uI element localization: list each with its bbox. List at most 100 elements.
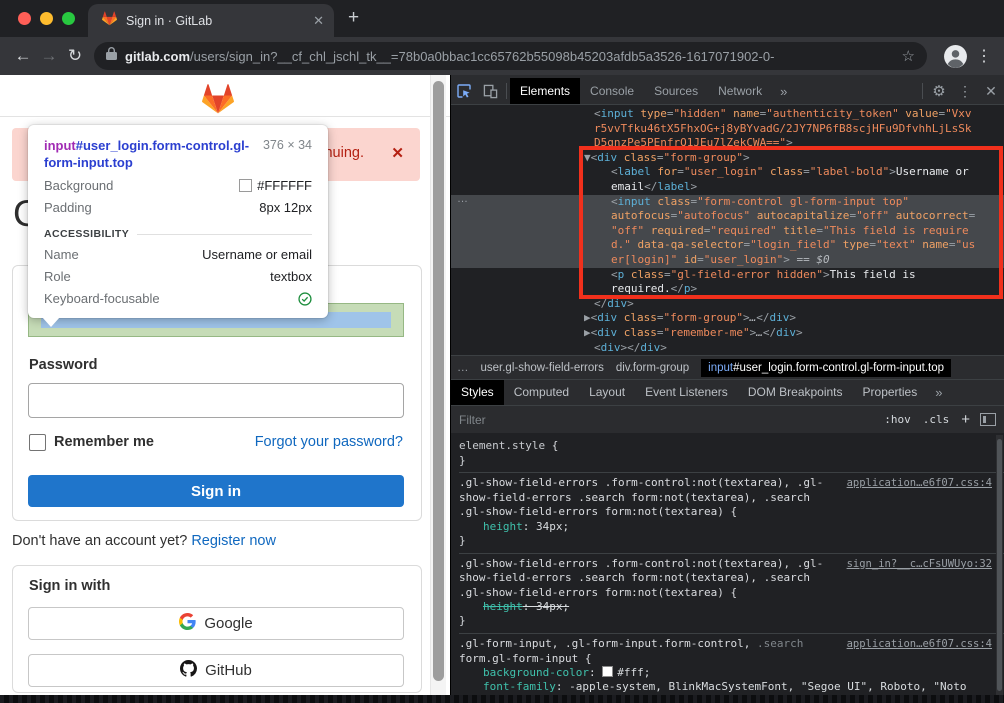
navigation-bar: ← → ↻ gitlab.com/users/sign_in?__cf_chl_… [0, 37, 1004, 75]
color-swatch [239, 179, 252, 192]
tab-network[interactable]: Network [708, 78, 772, 104]
dom-node-line[interactable]: r5vvTfku46tX5FhxOG+j8yBYvadG/2JY7NP6fB8s… [451, 122, 1004, 137]
stylesheet-link[interactable]: application…e6f07.css:4 [847, 477, 992, 489]
breadcrumb-item[interactable]: user.gl-show-field-errors [481, 362, 604, 374]
tab-properties[interactable]: Properties [853, 380, 928, 405]
register-prompt: Don't have an account yet? [12, 533, 191, 549]
dom-node-line[interactable]: D5gnzPe5PEnfrQ1JEu7lZekCWA=="> [451, 136, 1004, 151]
dom-node-line[interactable]: <input type="hidden" name="authenticity_… [451, 107, 1004, 122]
rule-close-brace: } [459, 454, 1004, 469]
profile-avatar[interactable] [943, 44, 968, 69]
filter-input[interactable]: Filter [459, 413, 872, 427]
alert-close-icon[interactable]: ✕ [391, 144, 404, 162]
remember-me-checkbox[interactable] [29, 434, 46, 451]
style-selector[interactable]: .gl-show-field-errors form:not(textarea)… [459, 586, 1004, 601]
reload-icon[interactable]: ↻ [62, 46, 88, 66]
register-link[interactable]: Register now [191, 533, 276, 549]
url-path: /users/sign_in?__cf_chl_jschl_tk__=78b0a… [190, 49, 774, 64]
tab-close-icon[interactable]: ✕ [313, 13, 324, 29]
macos-zoom-button[interactable] [62, 12, 75, 25]
dom-node-line[interactable]: required.</p> [451, 282, 1004, 297]
tab-computed[interactable]: Computed [504, 380, 579, 405]
stylesheet-link[interactable]: application…e6f07.css:4 [847, 638, 992, 650]
a11y-role-label: Role [44, 269, 270, 284]
dom-node-line[interactable]: </div> [451, 297, 1004, 312]
sidebar-toggle-icon[interactable] [980, 413, 996, 426]
style-selector[interactable]: show-field-errors .search form:not(texta… [459, 491, 1004, 506]
inspect-tooltip: input#user_login.form-control.gl-form-in… [28, 125, 328, 318]
dom-node-line[interactable]: d." data-qa-selector="login_field" type=… [451, 238, 1004, 253]
dom-node-line[interactable]: "off" required="required" title="This fi… [451, 224, 1004, 239]
lock-icon [106, 47, 117, 65]
color-swatch[interactable] [602, 666, 613, 677]
style-property[interactable]: height: 34px; [459, 600, 1004, 614]
tab-elements[interactable]: Elements [510, 78, 580, 104]
dom-node-line[interactable]: ▶<div class="form-group">…</div> [451, 311, 1004, 326]
style-selector[interactable]: show-field-errors .search form:not(texta… [459, 571, 1004, 586]
stylesheet-link[interactable]: sign_in?__c…cFsUWUyo:32 [847, 558, 992, 570]
class-toggle[interactable]: .cls [923, 413, 950, 426]
style-rule: sign_in?__c…cFsUWUyo:32 .gl-show-field-er… [459, 553, 1004, 633]
styles-scrollbar-thumb[interactable] [997, 439, 1002, 691]
dom-node-line[interactable]: autofocus="autofocus" autocapitalize="of… [451, 209, 1004, 224]
tab-console[interactable]: Console [580, 78, 644, 104]
tab-event-listeners[interactable]: Event Listeners [635, 380, 738, 405]
tab-sources[interactable]: Sources [644, 78, 708, 104]
tab-styles[interactable]: Styles [451, 380, 504, 405]
back-icon[interactable]: ← [10, 46, 36, 66]
chrome-menu-icon[interactable]: ⋮ [974, 46, 994, 66]
tab-layout[interactable]: Layout [579, 380, 635, 405]
tooltip-padding-value: 8px 12px [259, 200, 312, 215]
bookmark-star-icon[interactable]: ☆ [902, 47, 915, 65]
new-style-rule-icon[interactable]: + [961, 411, 970, 428]
inspect-element-icon[interactable] [451, 78, 477, 104]
device-toolbar-icon[interactable] [477, 78, 503, 104]
style-property[interactable]: height: 34px; [459, 520, 1004, 534]
devtools-close-icon[interactable]: ✕ [978, 78, 1004, 104]
devtools-menu-icon[interactable]: ⋮ [952, 78, 978, 104]
style-property[interactable]: background-color: #fff; [459, 666, 1004, 680]
google-signin-button[interactable]: Google [28, 607, 404, 640]
styles-scrollbar[interactable] [996, 435, 1003, 699]
google-icon [179, 613, 196, 634]
more-sidebar-tabs-icon[interactable]: » [927, 385, 950, 400]
dom-node-line[interactable]: er[login]" id="user_login"> == $0 [451, 253, 1004, 268]
style-rule: element.style {} [459, 436, 1004, 472]
style-selector[interactable]: form.gl-form-input { [459, 652, 1004, 667]
hover-state-toggle[interactable]: :hov [884, 413, 911, 426]
macos-minimize-button[interactable] [40, 12, 53, 25]
more-tabs-icon[interactable]: » [772, 84, 795, 99]
elements-tree-lines: <input type="hidden" name="authenticity_… [451, 107, 1004, 355]
breadcrumb-item[interactable]: div.form-group [616, 362, 689, 374]
gitlab-favicon-icon [102, 11, 117, 31]
forgot-password-link[interactable]: Forgot your password? [255, 434, 403, 450]
gutter-ellipsis[interactable]: … [457, 193, 469, 205]
address-bar[interactable]: gitlab.com/users/sign_in?__cf_chl_jschl_… [94, 42, 927, 70]
page-scrollbar[interactable] [430, 75, 446, 695]
dom-node-line[interactable]: ▶<div class="remember-me">…</div> [451, 326, 1004, 341]
dom-node-line[interactable]: <label for="user_login" class="label-bol… [451, 165, 1004, 180]
page-scrollbar-thumb[interactable] [433, 81, 444, 681]
new-tab-icon[interactable]: + [348, 7, 359, 29]
tab-dom-breakpoints[interactable]: DOM Breakpoints [738, 380, 853, 405]
style-selector[interactable]: element.style { [459, 439, 1004, 454]
forward-icon[interactable]: → [36, 46, 62, 66]
breadcrumb-overflow[interactable]: … [457, 362, 469, 374]
url-host: gitlab.com [125, 49, 190, 64]
browser-window: Sign in · GitLab ✕ + ← → ↻ gitlab.com/us… [0, 0, 1004, 703]
macos-close-button[interactable] [18, 12, 31, 25]
password-input[interactable] [28, 383, 404, 418]
browser-tab[interactable]: Sign in · GitLab ✕ [88, 4, 334, 37]
dom-node-line[interactable]: email</label> [451, 180, 1004, 195]
breadcrumb-item-selected[interactable]: input#user_login.form-control.gl-form-in… [701, 359, 951, 377]
bottom-strip [0, 695, 1004, 703]
github-signin-button[interactable]: GitHub [28, 654, 404, 687]
style-selector[interactable]: .gl-show-field-errors form:not(textarea)… [459, 505, 1004, 520]
dom-node-line[interactable]: <input class="form-control gl-form-input… [451, 195, 1004, 210]
signin-button[interactable]: Sign in [28, 475, 404, 507]
dom-node-line[interactable]: <p class="gl-field-error hidden">This fi… [451, 268, 1004, 283]
dom-node-line[interactable]: <div></div> [451, 341, 1004, 356]
accessibility-section-label: ACCESSIBILITY [44, 228, 129, 240]
settings-gear-icon[interactable]: ⚙ [926, 78, 952, 104]
dom-node-line[interactable]: ▼<div class="form-group"> [451, 151, 1004, 166]
